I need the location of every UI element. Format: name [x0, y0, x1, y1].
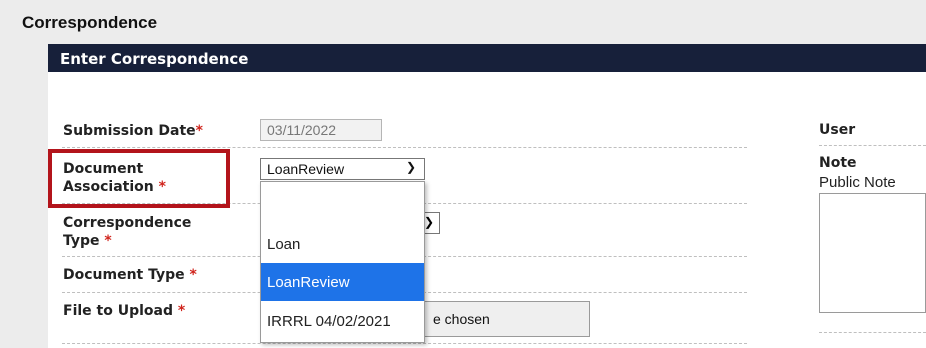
page-title: Correspondence: [22, 13, 158, 32]
document-association-dropdown: Loan LoanReview IRRRL 04/02/2021: [260, 181, 425, 343]
chevron-down-icon: ❯: [405, 160, 416, 174]
required-marker: *: [177, 303, 186, 319]
row-separator: [62, 343, 747, 344]
note-label: Note: [819, 155, 857, 171]
required-marker: *: [189, 267, 197, 283]
dropdown-option-loanreview[interactable]: LoanReview: [261, 263, 424, 301]
choose-file-status: e chosen: [433, 311, 490, 327]
row-separator: [819, 332, 926, 333]
dropdown-option-blank[interactable]: [261, 182, 424, 220]
user-label: User: [819, 122, 856, 138]
public-note-label: Public Note: [819, 174, 896, 191]
file-to-upload-label: File to Upload *: [63, 303, 186, 319]
public-note-textarea[interactable]: [819, 193, 926, 313]
row-separator: [62, 147, 747, 148]
correspondence-type-label: Correspondence Type *: [63, 215, 192, 249]
submission-date-field: 03/11/2022: [260, 119, 382, 141]
document-association-select[interactable]: LoanReview ❯: [260, 158, 425, 180]
dropdown-option-loan[interactable]: Loan: [261, 225, 424, 263]
choose-file-button[interactable]: e chosen: [410, 301, 590, 337]
submission-date-label: Submission Date*: [63, 123, 203, 139]
required-marker: *: [195, 123, 203, 139]
dropdown-option-irrrl[interactable]: IRRRL 04/02/2021: [261, 302, 424, 340]
document-type-label: Document Type *: [63, 267, 197, 283]
document-association-highlight: [48, 149, 230, 208]
required-marker: *: [104, 233, 112, 249]
row-separator: [819, 145, 926, 146]
document-association-value: LoanReview: [267, 161, 345, 177]
panel-header: Enter Correspondence: [48, 44, 926, 72]
chevron-down-icon: ❯: [423, 215, 434, 229]
panel-header-title: Enter Correspondence: [60, 50, 249, 68]
